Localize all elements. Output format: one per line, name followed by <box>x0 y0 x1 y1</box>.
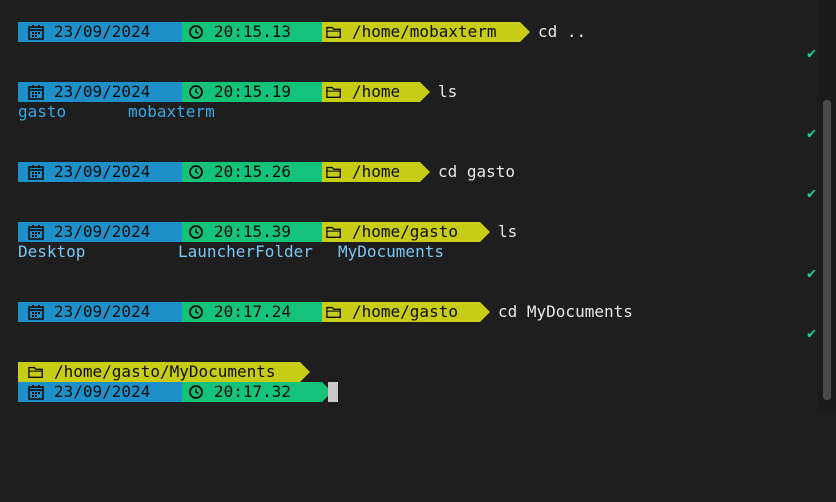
folder-icon <box>326 306 341 318</box>
time-text: 20:15.39 <box>214 222 292 241</box>
output-line: Desktop LauncherFolder MyDocuments <box>18 242 444 262</box>
path-text: /home/gasto <box>352 302 458 321</box>
prompt-arrow <box>480 222 490 242</box>
scrollbar-thumb[interactable] <box>823 100 831 400</box>
clock-icon <box>189 385 203 399</box>
command-text: ls <box>438 82 458 101</box>
command-text: ls <box>498 222 518 241</box>
date-text: 23/09/2024 <box>54 82 151 101</box>
dir-entry: mobaxterm <box>128 102 215 121</box>
folder-icon <box>326 166 341 178</box>
time-text: 20:15.26 <box>214 162 292 181</box>
folder-icon <box>326 26 341 38</box>
dir-entry: gasto <box>18 102 67 121</box>
date-segment: 23/09/2024 <box>18 222 182 242</box>
path-segment: /home <box>322 162 420 182</box>
date-segment: 23/09/2024 <box>18 162 182 182</box>
path-segment: /home <box>322 82 420 102</box>
date-text: 23/09/2024 <box>54 162 151 181</box>
path-segment: /home/gasto <box>322 302 480 322</box>
time-segment: 20:15.39 <box>182 222 322 242</box>
path-text: /home/gasto <box>352 222 458 241</box>
dir-entry: Desktop <box>18 242 86 261</box>
prompt-line: 23/09/2024 20:15.39 /home/gasto ls <box>18 222 517 242</box>
folder-icon <box>28 366 43 378</box>
folder-icon <box>326 86 341 98</box>
calendar-icon <box>28 25 44 40</box>
vertical-scrollbar[interactable] <box>818 0 836 412</box>
path-text: /home/mobaxterm <box>352 22 497 41</box>
calendar-icon <box>28 85 44 100</box>
prompt-arrow <box>420 82 430 102</box>
command-text: cd gasto <box>438 162 516 181</box>
prompt-line: 23/09/2024 20:17.32 <box>18 382 338 402</box>
path-text: /home/gasto/MyDocuments <box>54 362 276 381</box>
path-segment: /home/gasto <box>322 222 480 242</box>
command-text: cd .. <box>538 22 587 41</box>
prompt-arrow <box>520 22 530 42</box>
dir-entry: MyDocuments <box>338 242 444 261</box>
date-segment: 23/09/2024 <box>18 382 182 402</box>
time-text: 20:17.32 <box>214 382 292 401</box>
clock-icon <box>189 305 203 319</box>
text-cursor[interactable] <box>328 382 338 402</box>
time-text: 20:15.13 <box>214 22 292 41</box>
prompt-arrow <box>480 302 490 322</box>
time-segment: 20:17.32 <box>182 382 322 402</box>
calendar-icon <box>28 165 44 180</box>
prompt-line: 23/09/2024 20:17.24 /home/gasto cd MyDoc… <box>18 302 633 322</box>
time-segment: 20:15.19 <box>182 82 322 102</box>
output-line: gasto mobaxterm <box>18 102 215 122</box>
clock-icon <box>189 225 203 239</box>
path-text: /home <box>352 162 401 181</box>
path-text: /home <box>352 82 401 101</box>
date-segment: 23/09/2024 <box>18 302 182 322</box>
terminal-window[interactable]: 23/09/2024 20:15.13 /home/mobaxterm cd .… <box>0 0 818 412</box>
path-segment: /home/mobaxterm <box>322 22 520 42</box>
time-text: 20:17.24 <box>214 302 292 321</box>
prompt-line: 23/09/2024 20:15.19 /home ls <box>18 82 457 102</box>
time-text: 20:15.19 <box>214 82 292 101</box>
clock-icon <box>189 25 203 39</box>
date-text: 23/09/2024 <box>54 222 151 241</box>
prompt-line: 23/09/2024 20:15.26 /home cd gasto <box>18 162 515 182</box>
dir-entry: LauncherFolder <box>178 242 313 261</box>
calendar-icon <box>28 225 44 240</box>
current-path-line: /home/gasto/MyDocuments <box>18 362 310 382</box>
command-text: cd MyDocuments <box>498 302 633 321</box>
time-segment: 20:15.26 <box>182 162 322 182</box>
date-text: 23/09/2024 <box>54 382 151 401</box>
time-segment: 20:15.13 <box>182 22 322 42</box>
date-text: 23/09/2024 <box>54 302 151 321</box>
clock-icon <box>189 165 203 179</box>
prompt-arrow <box>420 162 430 182</box>
prompt-line: 23/09/2024 20:15.13 /home/mobaxterm cd .… <box>18 22 586 42</box>
time-segment: 20:17.24 <box>182 302 322 322</box>
clock-icon <box>189 85 203 99</box>
date-text: 23/09/2024 <box>54 22 151 41</box>
prompt-arrow <box>300 362 310 382</box>
calendar-icon <box>28 385 44 400</box>
path-segment: /home/gasto/MyDocuments <box>18 362 300 382</box>
calendar-icon <box>28 305 44 320</box>
date-segment: 23/09/2024 <box>18 22 182 42</box>
date-segment: 23/09/2024 <box>18 82 182 102</box>
folder-icon <box>326 226 341 238</box>
